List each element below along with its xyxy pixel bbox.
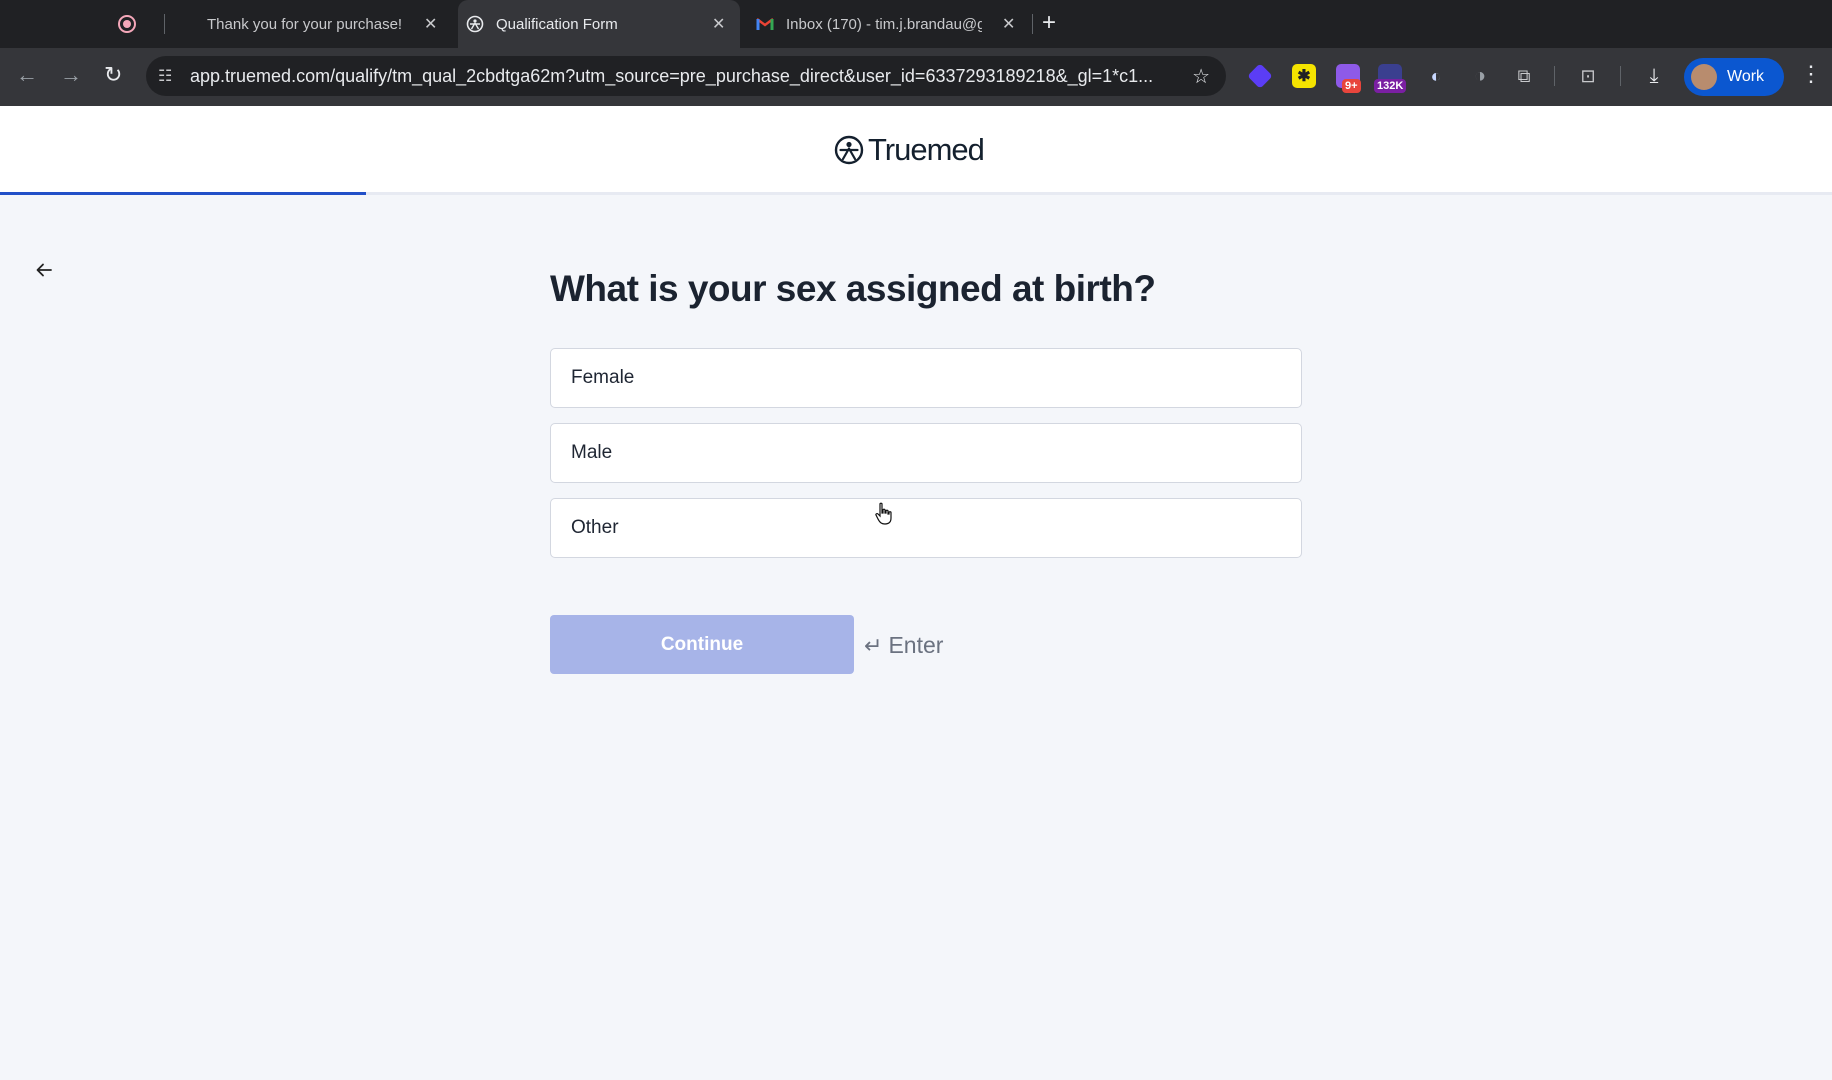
address-bar[interactable]: ☷ app.truemed.com/qualify/tm_qual_2cbdtg… (146, 56, 1226, 96)
notification-badge: 9+ (1342, 79, 1361, 93)
option-male[interactable]: Male (550, 423, 1302, 483)
back-arrow-icon (36, 263, 52, 277)
tab-thank-you[interactable]: Thank you for your purchase! ✕ (180, 0, 450, 48)
tab-separator (164, 14, 165, 34)
enter-key-icon: ↵ (864, 632, 883, 658)
option-female[interactable]: Female (550, 348, 1302, 408)
progress-fill (0, 192, 367, 195)
back-arrow-icon[interactable]: ← (16, 62, 38, 88)
extension-layers-icon[interactable] (1247, 63, 1273, 89)
tab-title: Qualification Form (496, 15, 618, 33)
url-text[interactable]: app.truemed.com/qualify/tm_qual_2cbdtga6… (190, 66, 1175, 87)
extension-swirl-icon[interactable]: ◑ (1468, 64, 1492, 88)
reload-icon[interactable]: ↻ (104, 62, 122, 88)
more-menu-icon[interactable]: ⋮ (1800, 61, 1822, 87)
tab-title: Thank you for your purchase! (207, 15, 403, 33)
tab-qualification-form[interactable]: Qualification Form ✕ (458, 0, 740, 48)
forward-arrow-icon[interactable]: → (60, 62, 82, 88)
browser-toolbar: ← → ↻ ☷ app.truemed.com/qualify/tm_qual_… (0, 48, 1832, 106)
recording-tab[interactable] (118, 0, 158, 48)
page-header: Truemed (0, 106, 1832, 194)
avatar (1691, 64, 1717, 90)
progress-bar (0, 192, 1832, 195)
profile-label: Work (1727, 68, 1765, 85)
new-tab-icon[interactable]: + (1042, 9, 1056, 37)
tab-bar: Thank you for your purchase! ✕ Qualifica… (0, 0, 1832, 48)
option-other[interactable]: Other (550, 498, 1302, 558)
site-settings-icon[interactable]: ☷ (158, 66, 180, 86)
truemed-logo[interactable]: Truemed (834, 132, 985, 168)
record-icon (118, 15, 136, 33)
tab-search-icon[interactable]: ⊡ (1576, 64, 1600, 88)
close-tab-icon[interactable]: ✕ (712, 14, 725, 34)
enter-hint-label: Enter (888, 632, 944, 658)
brand-name: Truemed (868, 132, 985, 167)
gmail-icon (756, 15, 774, 33)
tab-title: Inbox (170) - tim.j.brandau@gmail.com (786, 15, 982, 33)
profile-button[interactable]: Work (1684, 58, 1784, 96)
back-button[interactable] (28, 254, 60, 286)
toolbar-separator (1554, 66, 1555, 86)
tab-gmail-inbox[interactable]: Inbox (170) - tim.j.brandau@gmail.com ✕ (748, 0, 1020, 48)
close-tab-icon[interactable]: ✕ (424, 14, 437, 34)
count-badge: 132K (1374, 79, 1407, 93)
truemed-favicon-icon (466, 15, 484, 33)
question-heading: What is your sex assigned at birth? (550, 268, 1156, 309)
extension-onepassword-icon[interactable]: ◐ (1424, 64, 1448, 88)
bookmark-star-icon[interactable]: ☆ (1192, 64, 1210, 89)
truemed-logo-icon (834, 135, 864, 165)
continue-button[interactable]: Continue (550, 615, 854, 674)
enter-hint: ↵ Enter (864, 632, 943, 659)
close-tab-icon[interactable]: ✕ (1002, 14, 1015, 34)
hand-cursor-icon (875, 502, 892, 525)
toolbar-separator (1620, 66, 1621, 86)
download-icon[interactable]: ⤓ (1642, 64, 1666, 88)
tab-separator (1032, 14, 1033, 34)
extensions-puzzle-icon[interactable]: ⧉ (1512, 64, 1536, 88)
extension-asterisk-icon[interactable]: ✱ (1292, 64, 1316, 88)
